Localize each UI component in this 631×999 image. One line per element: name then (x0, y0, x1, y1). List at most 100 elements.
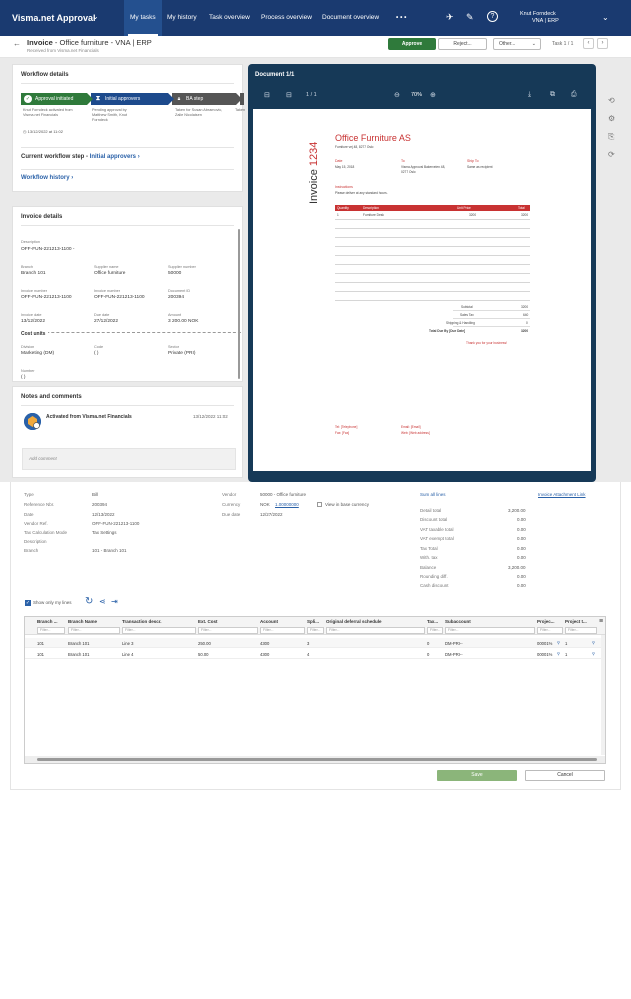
col-header[interactable]: Branch Name (68, 619, 97, 624)
history-icon[interactable]: ⟲ (608, 96, 615, 105)
nav-process-overview[interactable]: Process overview (255, 0, 318, 36)
document-title: Document 1/1 (255, 72, 295, 78)
col-header[interactable]: Transaction descr. (122, 619, 162, 624)
invoice-total-label: Sales Tax (460, 313, 474, 317)
filter-input[interactable]: Filter... (68, 627, 120, 634)
table-row[interactable]: 101 Branch 101 Line 4 50.00 4300 4 0 DM-… (25, 649, 605, 659)
form-label: Type (24, 492, 34, 497)
add-comment-input[interactable]: Add comment (22, 448, 236, 470)
col-header[interactable]: Branch ... (37, 619, 58, 624)
page-title: Invoice - Office furniture - VNA | ERP (27, 38, 152, 47)
filter-input[interactable]: Filter... (445, 627, 535, 634)
form-label: Vendor (222, 492, 237, 497)
split-icon[interactable]: ⋖ (99, 597, 106, 606)
filter-input[interactable]: Filter... (37, 627, 65, 634)
other-dropdown[interactable]: Other... ⌄ (493, 38, 541, 50)
filter-input[interactable]: Filter... (427, 627, 443, 634)
company-name: Office Furniture AS (335, 133, 411, 143)
vertical-scrollbar[interactable] (601, 635, 605, 755)
invoice-table-header: Quantity Description Unit Price Total (335, 205, 530, 211)
prev-page-icon[interactable]: ⊟ (264, 91, 270, 99)
invoice-label: Ship To (467, 159, 479, 163)
filter-input[interactable]: Filter... (260, 627, 305, 634)
broom-icon[interactable]: ✎ (466, 12, 474, 23)
task-header: ← Invoice - Office furniture - VNA | ERP… (0, 36, 631, 58)
nav-my-tasks[interactable]: My tasks (124, 0, 162, 36)
reject-button[interactable]: Reject... (438, 38, 487, 50)
lock-icon: 🔒︎ (177, 96, 181, 102)
user-chevron-icon[interactable]: ⌄ (602, 13, 609, 22)
step-ba-step[interactable]: 🔒︎ BA step (172, 93, 242, 105)
approve-button[interactable]: Approve (388, 38, 436, 50)
print-icon[interactable]: ⎙ (571, 91, 577, 99)
app-brand[interactable]: Visma.net Approval (12, 13, 96, 23)
invoice-value: Visma Approval Bakerveien 48, 0277 Oslo (401, 165, 446, 174)
filter-input[interactable]: Filter... (122, 627, 196, 634)
invoice-total-label: Shipping & Handling (446, 321, 475, 325)
col-header[interactable]: Spli... (307, 619, 319, 624)
workflow-details-title: Workflow details (21, 72, 69, 78)
nav-document-overview[interactable]: Document overview (316, 0, 385, 36)
field-value: 3 200.00 NOK (168, 319, 199, 324)
filter-input[interactable]: Filter... (537, 627, 563, 634)
invoice-value: Please deliver at any standard hours. (335, 191, 388, 195)
refresh-icon[interactable]: ↻ (85, 596, 93, 607)
chevron-down-icon[interactable]: ⌄ (92, 12, 99, 21)
form-label: Due date (222, 512, 241, 517)
col-header[interactable]: Project t... (565, 619, 587, 624)
col-header[interactable]: Ext. Cost (198, 619, 218, 624)
invoice-details-title: Invoice details (21, 214, 63, 220)
prev-task-button[interactable]: ‹ (583, 38, 594, 49)
help-icon[interactable]: ? (487, 11, 498, 22)
currency-rate-link[interactable]: 1.00000000 (275, 502, 299, 507)
zoom-out-icon[interactable]: ⊖ (394, 91, 400, 99)
save-button[interactable]: Save (437, 770, 517, 781)
current-step-link[interactable]: Initial approvers (90, 154, 136, 160)
user-menu[interactable]: Knut Forndeck VNA | ERP (520, 11, 559, 25)
form-label: Currency (222, 502, 241, 507)
next-task-button[interactable]: › (597, 38, 608, 49)
rocket-icon[interactable]: ✈ (446, 12, 454, 23)
col-header[interactable]: Account (260, 619, 278, 624)
field-label: Invoice number (94, 289, 120, 293)
open-external-icon[interactable]: ⧉ (550, 91, 555, 99)
notes-title: Notes and comments (21, 394, 82, 400)
base-currency-checkbox[interactable] (317, 502, 322, 507)
invoice-attachment-link[interactable]: Invoice Attachment Link (538, 492, 586, 497)
horizontal-scrollbar[interactable] (25, 756, 605, 763)
form-label: Vendor Ref. (24, 521, 48, 526)
zoom-in-icon[interactable]: ⊕ (430, 91, 436, 99)
next-page-icon[interactable]: ⊟ (286, 91, 292, 99)
filter-input[interactable]: Filter... (565, 627, 597, 634)
nav-task-overview[interactable]: Task overview (203, 0, 256, 36)
col-header[interactable]: Tax... (427, 619, 438, 624)
filter-input[interactable]: Filter... (326, 627, 425, 634)
table-row[interactable]: 101 Branch 101 Line 3 250.00 4300 3 0 DM… (25, 638, 605, 648)
expand-icon[interactable]: ⇥ (111, 597, 118, 606)
attachment-icon[interactable]: ⟳ (608, 150, 615, 159)
filter-input[interactable]: Filter... (198, 627, 258, 634)
show-only-checkbox[interactable]: ✓ (25, 600, 31, 606)
network-icon[interactable]: ⚙ (608, 114, 615, 123)
col-header[interactable]: Projec... (537, 619, 555, 624)
invoice-label: To (401, 159, 405, 163)
filter-input[interactable]: Filter... (307, 627, 324, 634)
col-header[interactable]: Original deferral schedule (326, 619, 382, 624)
contact-tel: Tel: [Telephone] (335, 425, 358, 429)
sum-all-lines-link[interactable]: Sum all lines (420, 492, 446, 497)
back-arrow-icon[interactable]: ← (13, 39, 21, 48)
col-header[interactable]: Subaccount (445, 619, 471, 624)
download-icon[interactable]: ⤓ (528, 91, 531, 99)
invoice-total-value: 640 (523, 313, 529, 317)
field-label: Code (94, 345, 104, 349)
step-approval-initiated[interactable]: ✓ Approval initiated (21, 93, 93, 105)
invoice-scrollbar[interactable] (238, 229, 240, 379)
step-initial-approvers[interactable]: ⧗ Initial approvers (91, 93, 174, 105)
nav-my-history[interactable]: My history (161, 0, 203, 36)
column-menu-icon[interactable]: ≡ (599, 618, 603, 625)
visma-avatar-icon (24, 413, 41, 430)
document-icon[interactable]: ⎘ (608, 132, 614, 142)
workflow-history-link[interactable]: Workflow history › (21, 175, 73, 181)
cancel-button[interactable]: Cancel (525, 770, 605, 781)
nav-more[interactable]: • • • (390, 0, 412, 36)
